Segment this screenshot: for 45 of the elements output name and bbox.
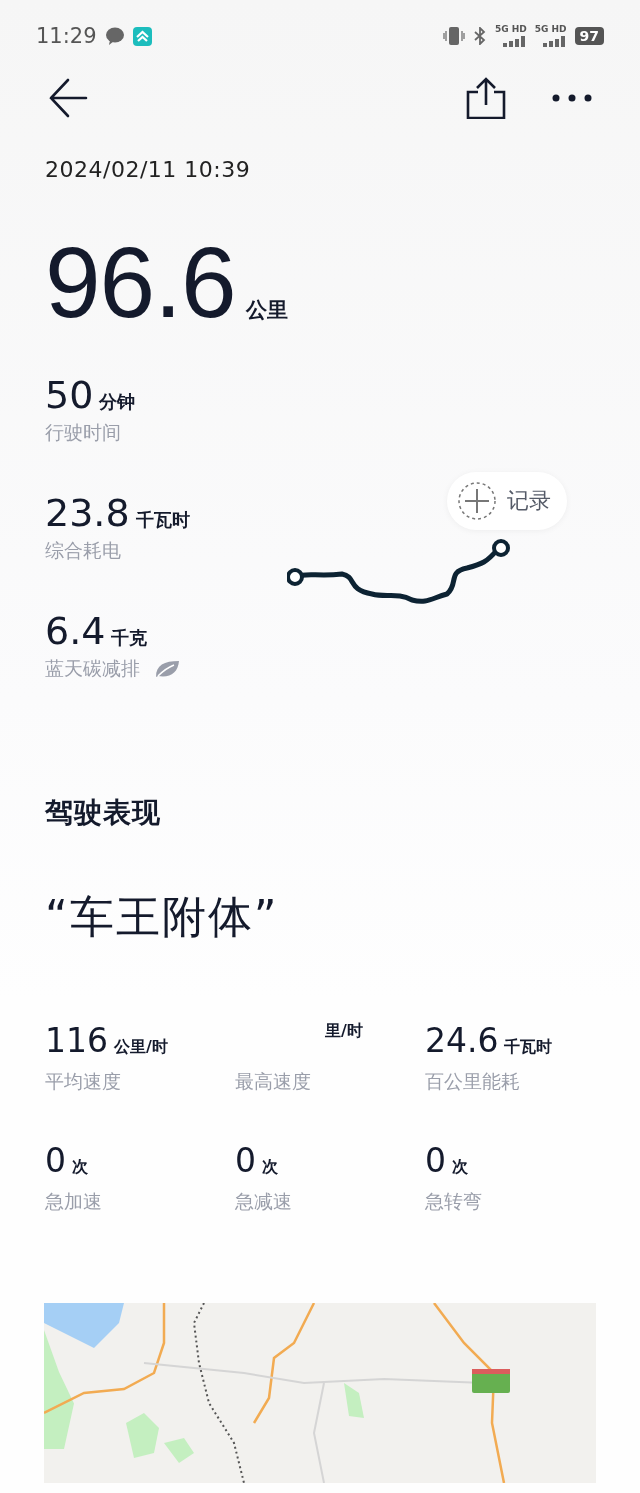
driving-rating: “车王附体” — [45, 890, 280, 944]
leaf-icon[interactable] — [154, 659, 180, 679]
app-icon — [132, 26, 152, 46]
stat-value: 23.8 — [45, 490, 130, 536]
metric-label: 平均速度 — [45, 1069, 122, 1094]
stat-label: 综合耗电 — [45, 538, 121, 563]
status-time: 11:29 — [36, 24, 97, 48]
stat-unit: 分钟 — [99, 390, 136, 414]
battery-level: 97 — [574, 27, 604, 45]
trip-date: 2024/02/11 10:39 — [45, 157, 252, 182]
metric-value: 116 — [45, 1021, 108, 1060]
metric-unit: 公里/时 — [114, 1037, 168, 1058]
stat-value: 6.4 — [45, 608, 106, 654]
metric-value: 0 — [45, 1141, 66, 1180]
record-button[interactable]: 记录 — [447, 472, 567, 530]
metric-value: 24.6 — [425, 1021, 499, 1060]
metric-label: 最高速度 — [235, 1069, 312, 1094]
network-label: 5G HD — [534, 25, 567, 34]
add-icon — [457, 481, 497, 521]
more-icon[interactable] — [552, 94, 592, 102]
bluetooth-icon — [472, 27, 487, 45]
vibrate-icon — [442, 27, 465, 45]
metric-unit: 次 — [72, 1157, 88, 1178]
message-icon — [104, 27, 125, 45]
metric-value: 0 — [235, 1141, 256, 1180]
share-icon[interactable] — [466, 77, 506, 119]
metric-unit: 次 — [262, 1157, 278, 1178]
metric-label: 百公里能耗 — [425, 1069, 521, 1094]
metric-label: 急减速 — [235, 1189, 293, 1214]
metric-label: 急转弯 — [425, 1189, 483, 1214]
network-label: 5G HD — [494, 25, 527, 34]
distance-value: 96.6 — [45, 232, 236, 332]
stat-label: 行驶时间 — [45, 420, 121, 445]
stat-value: 50 — [45, 372, 94, 418]
stat-unit: 千瓦时 — [135, 508, 190, 532]
distance-unit: 公里 — [245, 297, 288, 324]
metric-unit: 次 — [452, 1157, 468, 1178]
stat-unit: 千克 — [111, 626, 148, 650]
back-arrow-icon[interactable] — [48, 78, 88, 118]
metric-unit: 里/时 — [325, 1021, 363, 1042]
metric-unit: 千瓦时 — [504, 1037, 553, 1058]
stat-label: 蓝天碳减排 — [45, 656, 140, 681]
metric-label: 急加速 — [45, 1189, 103, 1214]
section-title: 驾驶表现 — [45, 795, 162, 831]
metric-value: 0 — [425, 1141, 446, 1180]
